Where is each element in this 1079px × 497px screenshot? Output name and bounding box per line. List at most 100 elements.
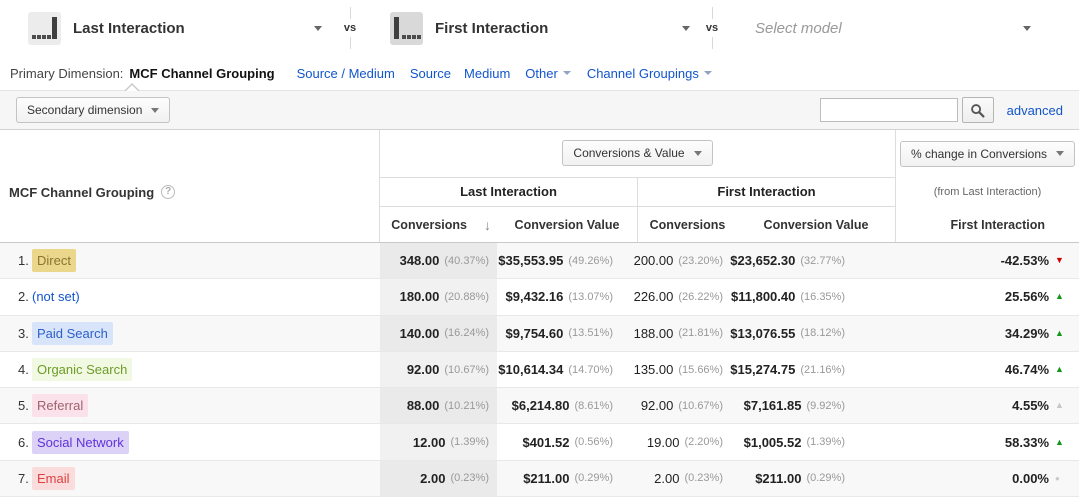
- channel-cell: 3. Paid Search: [0, 316, 380, 351]
- vs-separator: vs: [690, 0, 734, 56]
- search-area: advanced: [819, 97, 1063, 123]
- last-conversion-value-cell: $6,214.80 (8.61%): [497, 388, 637, 423]
- first-conversion-value-cell: $1,005.52 (1.39%): [737, 424, 895, 459]
- first-conversions-cell: 2.00 (0.23%): [637, 461, 737, 496]
- header-last-conversions[interactable]: Conversions: [380, 207, 497, 242]
- chevron-down-icon: [682, 25, 690, 31]
- metric-value: $6,214.80: [511, 398, 570, 414]
- metric-value: $10,614.34: [498, 362, 564, 378]
- metric-value: 92.00: [640, 398, 674, 414]
- metric-percent: (13.07%): [568, 290, 613, 303]
- first-conversion-value-cell: $13,076.55 (18.12%): [730, 316, 895, 351]
- tab-medium[interactable]: Medium: [464, 66, 510, 81]
- metric-value: $211.00: [755, 470, 802, 486]
- tab-mcf-channel-grouping[interactable]: MCF Channel Grouping: [129, 66, 274, 81]
- metric-percent: (13.51%): [568, 327, 613, 340]
- secondary-dimension-button[interactable]: Secondary dimension: [16, 97, 171, 123]
- first-conversions-cell: 188.00 (21.81%): [634, 316, 737, 351]
- change-selector-button[interactable]: % change in Conversions: [899, 140, 1076, 167]
- table-body: 1. Direct 348.00 (40.37%) $35,553.95 (49.2…: [0, 243, 1079, 497]
- last-conversions-cell: 12.00 (1.39%): [380, 424, 497, 460]
- header-change-first-interaction[interactable]: First Interaction: [895, 207, 1079, 242]
- sort-descending-icon: [484, 217, 491, 233]
- metric-value: $23,652.30: [730, 253, 796, 269]
- model-selector-2[interactable]: First Interaction: [378, 0, 690, 56]
- chevron-down-icon: [314, 25, 322, 31]
- first-conversion-value-cell: $11,800.40 (16.35%): [731, 279, 895, 314]
- last-conversions-cell: 88.00 (10.21%): [380, 388, 497, 424]
- last-interaction-icon: [28, 11, 61, 45]
- metric-percent: (18.12%): [800, 327, 845, 340]
- chevron-down-icon: [693, 150, 702, 156]
- metric-columns-header: Conversions & Value % change in Conversi…: [380, 130, 1079, 242]
- change-value: 58.33%: [1004, 434, 1049, 450]
- percent-change-cell: 58.33%: [895, 424, 1079, 459]
- table-row: 5. Referral 88.00 (10.21%) $6,214.80 (8.61…: [0, 388, 1079, 425]
- header-last-conversion-value[interactable]: Conversion Value: [497, 207, 637, 242]
- metric-value: $7,161.85: [743, 398, 802, 414]
- chevron-down-icon: [1056, 151, 1065, 157]
- metric-percent: (1.39%): [450, 436, 489, 449]
- channel-groupings-label: Channel Groupings: [586, 65, 699, 81]
- trend-icon: [1055, 329, 1065, 338]
- metric-percent: (26.22%): [678, 290, 723, 303]
- table-row: 2. (not set) 180.00 (20.88%) $9,432.16 (13…: [0, 279, 1079, 316]
- model-comparison-bar: Last Interaction vs First Interaction vs…: [0, 0, 1079, 56]
- search-button[interactable]: [961, 97, 994, 123]
- first-conversion-value-cell: $7,161.85 (9.92%): [737, 388, 895, 423]
- tab-source[interactable]: Source: [410, 66, 451, 81]
- metric-value: $211.00: [523, 470, 570, 486]
- metric-percent: (15.66%): [678, 363, 723, 376]
- first-interaction-icon: [390, 11, 423, 45]
- last-conversion-value-cell: $10,614.34 (14.70%): [497, 352, 637, 387]
- chevron-down-icon: [1023, 25, 1031, 31]
- header-first-conversions[interactable]: Conversions: [637, 207, 737, 242]
- channel-label: Direct: [32, 249, 76, 273]
- metric-percent: (20.88%): [444, 290, 489, 303]
- tab-other[interactable]: Other: [525, 66, 571, 81]
- divider: [711, 7, 713, 19]
- table-header: MCF Channel Grouping Conversions & Value…: [0, 130, 1079, 243]
- metric-selector-label: Conversions & Value: [573, 146, 685, 161]
- trend-icon: [1055, 401, 1065, 410]
- channel-cell: 4. Organic Search: [0, 352, 380, 387]
- percent-change-cell: 25.56%: [895, 279, 1079, 314]
- table-row: 3. Paid Search 140.00 (16.24%) $9,754.60 (…: [0, 315, 1079, 352]
- metric-value: 200.00: [633, 253, 674, 269]
- channel-cell: 1. Direct: [0, 243, 380, 278]
- column-group-row: Last Interaction First Interaction (from…: [380, 177, 1079, 208]
- last-conversions-cell: 348.00 (40.37%): [380, 243, 497, 279]
- metric-percent: (16.24%): [444, 327, 489, 340]
- tab-source-medium[interactable]: Source / Medium: [297, 66, 395, 81]
- row-index: 6.: [18, 434, 29, 450]
- metric-percent: (21.16%): [800, 363, 845, 376]
- first-conversions-cell: 19.00 (2.20%): [637, 424, 737, 459]
- search-icon: [971, 103, 985, 118]
- help-icon[interactable]: [161, 185, 176, 199]
- divider: [349, 7, 351, 19]
- header-first-conversion-value[interactable]: Conversion Value: [737, 207, 895, 242]
- metric-value: $13,076.55: [730, 325, 796, 341]
- group-last-interaction: Last Interaction: [380, 178, 637, 208]
- percent-change-cell: 4.55%: [895, 388, 1079, 423]
- channel-label: Paid Search: [32, 321, 113, 345]
- channel-cell: 7. Email: [0, 461, 380, 496]
- trend-icon: [1055, 365, 1065, 374]
- search-input[interactable]: [819, 98, 958, 122]
- primary-dimension-bar: Primary Dimension: MCF Channel Grouping …: [0, 56, 1079, 90]
- dimension-header-label: MCF Channel Grouping: [9, 185, 155, 200]
- advanced-search-link[interactable]: advanced: [1007, 103, 1063, 118]
- percent-change-cell: -42.53%: [895, 243, 1079, 278]
- channel-label: Social Network: [32, 430, 129, 454]
- column-header-row: Conversions Conversion Value Conversions…: [380, 207, 1079, 242]
- metric-selector-button[interactable]: Conversions & Value: [562, 140, 713, 167]
- first-conversions-cell: 226.00 (26.22%): [634, 279, 737, 314]
- model-selector-1[interactable]: Last Interaction: [0, 0, 322, 56]
- channel-groupings-menu[interactable]: Channel Groupings: [587, 66, 712, 81]
- metric-value: $11,800.40: [731, 289, 796, 305]
- trend-icon: [1055, 292, 1065, 301]
- model-selector-3[interactable]: Select model: [734, 0, 1079, 56]
- last-conversion-value-cell: $9,754.60 (13.51%): [497, 316, 637, 351]
- selected-tab-pointer: [124, 83, 140, 91]
- metric-value: $9,432.16: [505, 289, 564, 305]
